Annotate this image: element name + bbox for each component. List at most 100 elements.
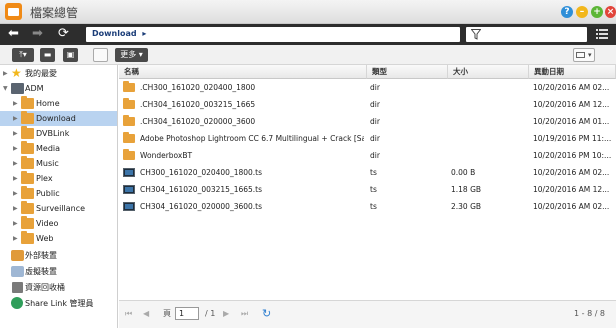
new-folder-button[interactable]: ▬ — [40, 48, 55, 62]
view-mode-button[interactable]: ▾ — [573, 48, 595, 62]
folder-icon — [21, 216, 34, 229]
breadcrumb-arrow-icon: ▸ — [142, 29, 147, 38]
file-size: 2.30 GB — [451, 202, 482, 211]
column-header-date[interactable]: 異動日期 — [529, 65, 616, 79]
expand-arrow-icon[interactable]: ▶ — [13, 126, 21, 141]
expand-arrow-icon[interactable]: ▶ — [13, 156, 21, 171]
sidebar-item-share-link-manager[interactable]: Share Link 管理員 — [0, 296, 117, 311]
forward-icon[interactable]: ➡ — [32, 26, 43, 42]
file-date: 10/19/2016 PM 11:... — [533, 134, 612, 143]
sidebar-item-external-devices[interactable]: 外部裝置 — [0, 248, 117, 263]
expand-arrow-icon[interactable]: ▶ — [13, 171, 21, 186]
properties-button[interactable] — [93, 48, 108, 62]
copy-button[interactable]: ▣ — [63, 48, 78, 62]
collapse-arrow-icon[interactable]: ▼ — [3, 81, 11, 96]
sidebar-item-surveillance[interactable]: ▶ Surveillance — [0, 201, 117, 216]
sidebar-item-music[interactable]: ▶ Music — [0, 156, 117, 171]
sidebar-item-public[interactable]: ▶ Public — [0, 186, 117, 201]
first-page-icon[interactable]: ⏮ — [125, 308, 132, 320]
next-page-icon[interactable]: ▶ — [223, 308, 229, 320]
sidebar-item-label: Video — [36, 219, 59, 228]
folder-icon — [21, 186, 34, 199]
expand-arrow-icon[interactable]: ▶ — [13, 216, 21, 231]
page-label: 頁 — [163, 309, 171, 318]
page-total: / 1 — [205, 309, 216, 318]
help-icon[interactable]: ? — [561, 6, 573, 18]
sidebar-item-video[interactable]: ▶ Video — [0, 216, 117, 231]
filter-input[interactable] — [466, 27, 587, 42]
folder-icon — [21, 111, 34, 124]
sidebar-item-media[interactable]: ▶ Media — [0, 141, 117, 156]
table-row[interactable]: Adobe Photoshop Lightroom CC 6.7 Multili… — [119, 130, 614, 147]
column-header-name[interactable]: 名稱 — [119, 65, 367, 79]
close-icon[interactable]: × — [605, 6, 616, 18]
title-bar: 檔案總管 ? – + × — [0, 0, 616, 24]
table-row[interactable]: .CH304_161020_003215_1665 dir 10/20/2016… — [119, 96, 614, 113]
expand-arrow-icon[interactable]: ▶ — [13, 96, 21, 111]
column-header-type[interactable]: 類型 — [367, 65, 448, 79]
sidebar-item-download[interactable]: ▶ Download — [0, 111, 117, 126]
video-file-icon — [123, 202, 135, 211]
folder-icon — [21, 231, 34, 244]
file-type: ts — [370, 202, 377, 211]
last-page-icon[interactable]: ⏭ — [241, 308, 248, 320]
back-icon[interactable]: ⬅ — [8, 26, 19, 42]
table-row[interactable]: .CH304_161020_020000_3600 dir 10/20/2016… — [119, 113, 614, 130]
sidebar-item-recycle-bin[interactable]: 資源回收桶 — [0, 280, 117, 295]
table-row[interactable]: WonderboxBT dir 10/20/2016 PM 10:... — [119, 147, 614, 164]
expand-arrow-icon[interactable]: ▶ — [13, 111, 21, 126]
expand-arrow-icon[interactable]: ▶ — [13, 141, 21, 156]
sidebar-item-label: 我的最愛 — [25, 69, 57, 78]
folder-icon — [123, 115, 135, 126]
sidebar-item-label: Web — [36, 234, 54, 243]
expand-arrow-icon[interactable]: ▶ — [13, 201, 21, 216]
file-explorer-app-icon — [5, 3, 22, 20]
sidebar-item-label: Download — [36, 114, 76, 123]
table-row[interactable]: .CH300_161020_020400_1800 dir 10/20/2016… — [119, 79, 614, 96]
sidebar-item-web[interactable]: ▶ Web — [0, 231, 117, 246]
file-date: 10/20/2016 AM 02... — [533, 83, 610, 92]
file-name: WonderboxBT — [140, 151, 193, 160]
file-list: 名稱 類型 大小 異動日期 .CH300_161020_020400_1800 … — [119, 65, 616, 300]
expand-arrow-icon[interactable]: ▶ — [3, 66, 11, 81]
file-name: CH304_161020_020000_3600.ts — [140, 202, 263, 211]
file-type: dir — [370, 83, 380, 92]
sidebar-item-virtual-devices[interactable]: 虛擬裝置 — [0, 264, 117, 279]
table-row[interactable]: CH304_161020_020000_3600.ts ts 2.30 GB 1… — [119, 198, 614, 215]
sidebar-item-label: Surveillance — [36, 204, 86, 213]
sidebar-item-adm[interactable]: ▼ ADM — [0, 81, 117, 96]
breadcrumb-download[interactable]: Download — [92, 29, 137, 38]
refresh-icon[interactable]: ↻ — [262, 308, 271, 320]
computer-icon — [11, 83, 24, 94]
sidebar-item-dvblink[interactable]: ▶ DVBLink — [0, 126, 117, 141]
column-header-size[interactable]: 大小 — [448, 65, 529, 79]
maximize-icon[interactable]: + — [591, 6, 603, 18]
table-row[interactable]: CH300_161020_020400_1800.ts ts 0.00 B 10… — [119, 164, 614, 181]
sidebar-item-label: 虛擬裝置 — [25, 267, 57, 276]
file-size: 1.18 GB — [451, 185, 482, 194]
table-row[interactable]: CH304_161020_003215_1665.ts ts 1.18 GB 1… — [119, 181, 614, 198]
path-breadcrumb[interactable]: Download ▸ — [86, 27, 460, 42]
folder-icon — [123, 132, 135, 143]
view-mode-icon — [576, 52, 585, 58]
file-type: ts — [370, 168, 377, 177]
page-number-input[interactable]: 1 — [175, 307, 199, 320]
minimize-icon[interactable]: – — [576, 6, 588, 18]
previous-page-icon[interactable]: ◀ — [143, 308, 149, 320]
expand-arrow-icon[interactable]: ▶ — [13, 231, 21, 246]
video-file-icon — [123, 168, 135, 177]
upload-button[interactable]: ⤒▾ — [12, 48, 34, 62]
sidebar-item-home[interactable]: ▶ Home — [0, 96, 117, 111]
refresh-icon[interactable]: ⟳ — [58, 26, 69, 42]
more-button[interactable]: 更多 ▾ — [115, 48, 148, 62]
list-view-icon[interactable] — [596, 28, 608, 40]
video-file-icon — [123, 185, 135, 194]
item-range: 1 - 8 / 8 — [574, 309, 606, 318]
sidebar-item-plex[interactable]: ▶ Plex — [0, 171, 117, 186]
expand-arrow-icon[interactable]: ▶ — [13, 186, 21, 201]
folder-icon — [21, 201, 34, 214]
sidebar-item-favorites[interactable]: ▶ ★ 我的最愛 — [0, 66, 117, 81]
chevron-down-icon: ▾ — [588, 51, 592, 59]
recycle-bin-icon — [12, 282, 23, 293]
sidebar-item-label: ADM — [25, 84, 44, 93]
